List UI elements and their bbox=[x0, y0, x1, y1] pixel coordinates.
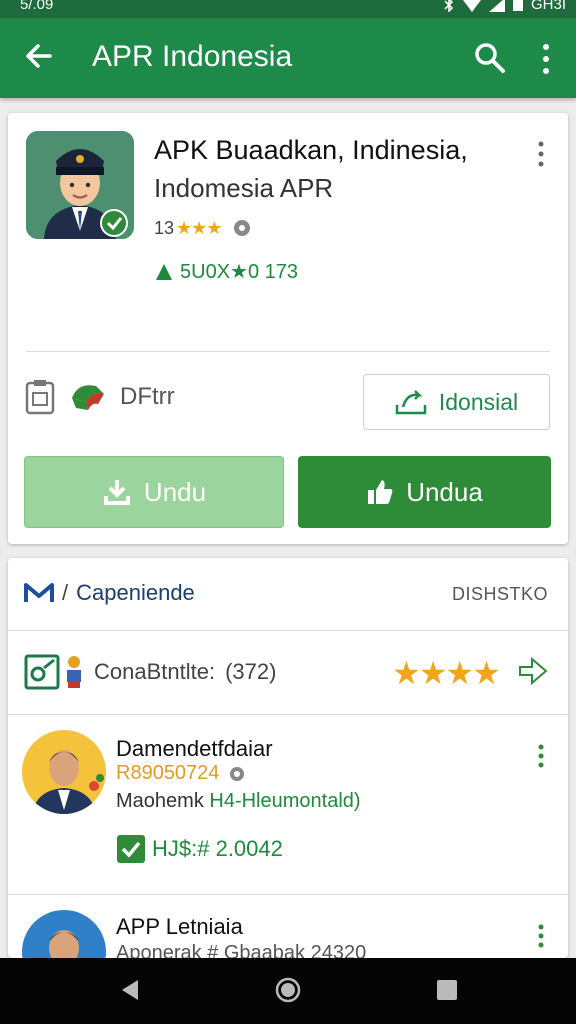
nav-home-icon[interactable] bbox=[274, 976, 302, 1004]
app-name: APK Buaadkan, Indinesia, bbox=[154, 135, 468, 165]
status-time: 5/.09 bbox=[20, 0, 54, 13]
review-overflow-icon[interactable] bbox=[536, 744, 546, 768]
arrow-right-icon[interactable] bbox=[518, 656, 548, 686]
status-right-text: GH3I bbox=[530, 0, 566, 13]
person-icon bbox=[67, 656, 81, 688]
settings-icon bbox=[230, 766, 245, 781]
review-text: Maohemk H4-Hleumontald) bbox=[116, 790, 361, 813]
rating-summary-label: ConaBtntlte: bbox=[94, 659, 216, 684]
signal-icon bbox=[488, 0, 505, 12]
download-primary-label: Undua bbox=[406, 476, 483, 507]
reviewer-avatar bbox=[22, 730, 106, 814]
review-text: Aponerak # Gbaabak 24320 bbox=[116, 942, 367, 958]
section-header: / Capeniende DISHSTKO bbox=[8, 558, 568, 630]
rating-stars: ★★★ bbox=[176, 217, 222, 238]
reviewer-name: APP Letniaia bbox=[116, 914, 243, 939]
nav-back-icon[interactable] bbox=[118, 978, 142, 1002]
card-divider bbox=[26, 351, 550, 352]
app-icon bbox=[26, 131, 134, 239]
flag-icon bbox=[72, 385, 104, 410]
status-icons: GH3I bbox=[443, 0, 566, 13]
reviewer-avatar bbox=[22, 910, 106, 958]
rating-value: 13 bbox=[154, 217, 175, 238]
battery-icon bbox=[512, 0, 523, 11]
app-rating: 13 ★★★ bbox=[154, 217, 253, 239]
bluetooth-icon bbox=[444, 0, 454, 12]
language-button[interactable]: Idonsial bbox=[363, 374, 550, 430]
rating-summary-row[interactable]: ConaBtntlte: (372) ★★★★ bbox=[24, 652, 554, 692]
section-title-prefix: / bbox=[62, 580, 69, 605]
app-details-card: APK Buaadkan, Indinesia, Indomesia APR 1… bbox=[8, 113, 568, 544]
review-item[interactable]: Damendetfdaiar R89050724 Maohemk H4-Hleu… bbox=[8, 714, 568, 894]
download-icon bbox=[103, 480, 130, 505]
image-icon bbox=[24, 654, 60, 690]
meta-label: DFtrr bbox=[120, 383, 175, 410]
nav-recents-icon[interactable] bbox=[436, 979, 458, 1001]
app-bar: APR Indonesia bbox=[0, 18, 576, 98]
review-item[interactable]: APP Letniaia Aponerak # Gbaabak 24320 bbox=[8, 894, 568, 958]
mail-icon bbox=[24, 583, 54, 602]
section-action-link[interactable]: DISHSTKO bbox=[452, 584, 548, 605]
more-vert-icon[interactable] bbox=[538, 42, 554, 76]
reviewer-name: Damendetfdaiar bbox=[116, 736, 273, 761]
rating-summary-count: (372) bbox=[225, 659, 277, 684]
wifi-icon bbox=[463, 0, 481, 12]
language-icon bbox=[395, 390, 427, 415]
language-button-label: Idonsial bbox=[438, 388, 519, 415]
download-count-text: 5U0X★0 173 bbox=[180, 261, 299, 283]
download-button-primary[interactable]: Undua bbox=[298, 456, 551, 528]
status-bar: 5/.09 GH3I bbox=[0, 0, 576, 18]
system-nav-bar bbox=[0, 958, 576, 1024]
reviews-card: / Capeniende DISHSTKO ConaBtntlte: (372)… bbox=[8, 558, 568, 958]
review-text-highlight: H4-Hleumontald) bbox=[209, 790, 361, 812]
review-badge-text: HJ$:# 2.0042 bbox=[152, 836, 283, 861]
review-date: R89050724 bbox=[116, 762, 247, 785]
review-overflow-icon[interactable] bbox=[536, 924, 546, 948]
thumbs-up-icon bbox=[368, 480, 393, 504]
section-title-text: Capeniende bbox=[76, 580, 195, 605]
review-badge: HJ$:# 2.0042 bbox=[116, 834, 283, 864]
review-text-prefix: Maohemk bbox=[116, 790, 204, 812]
gear-icon bbox=[234, 220, 251, 236]
clipboard-icon bbox=[25, 380, 55, 415]
search-icon[interactable] bbox=[472, 40, 506, 74]
download-button-secondary[interactable]: Undu bbox=[24, 456, 284, 528]
meta-row: DFtrr bbox=[24, 379, 175, 415]
section-divider bbox=[8, 630, 568, 631]
section-title: / Capeniende bbox=[24, 580, 195, 606]
download-count: 5U0X★0 173 bbox=[154, 259, 298, 284]
back-arrow-icon[interactable] bbox=[24, 38, 54, 74]
app-bar-title: APR Indonesia bbox=[92, 40, 293, 73]
download-count-icon bbox=[156, 263, 172, 280]
rating-summary-stars: ★★★★ bbox=[392, 655, 501, 691]
app-subtitle: Indomesia APR bbox=[154, 173, 334, 203]
review-date-text: R89050724 bbox=[116, 762, 220, 784]
check-icon bbox=[117, 835, 145, 863]
card-overflow-icon[interactable] bbox=[536, 141, 546, 167]
download-secondary-label: Undu bbox=[143, 476, 207, 507]
